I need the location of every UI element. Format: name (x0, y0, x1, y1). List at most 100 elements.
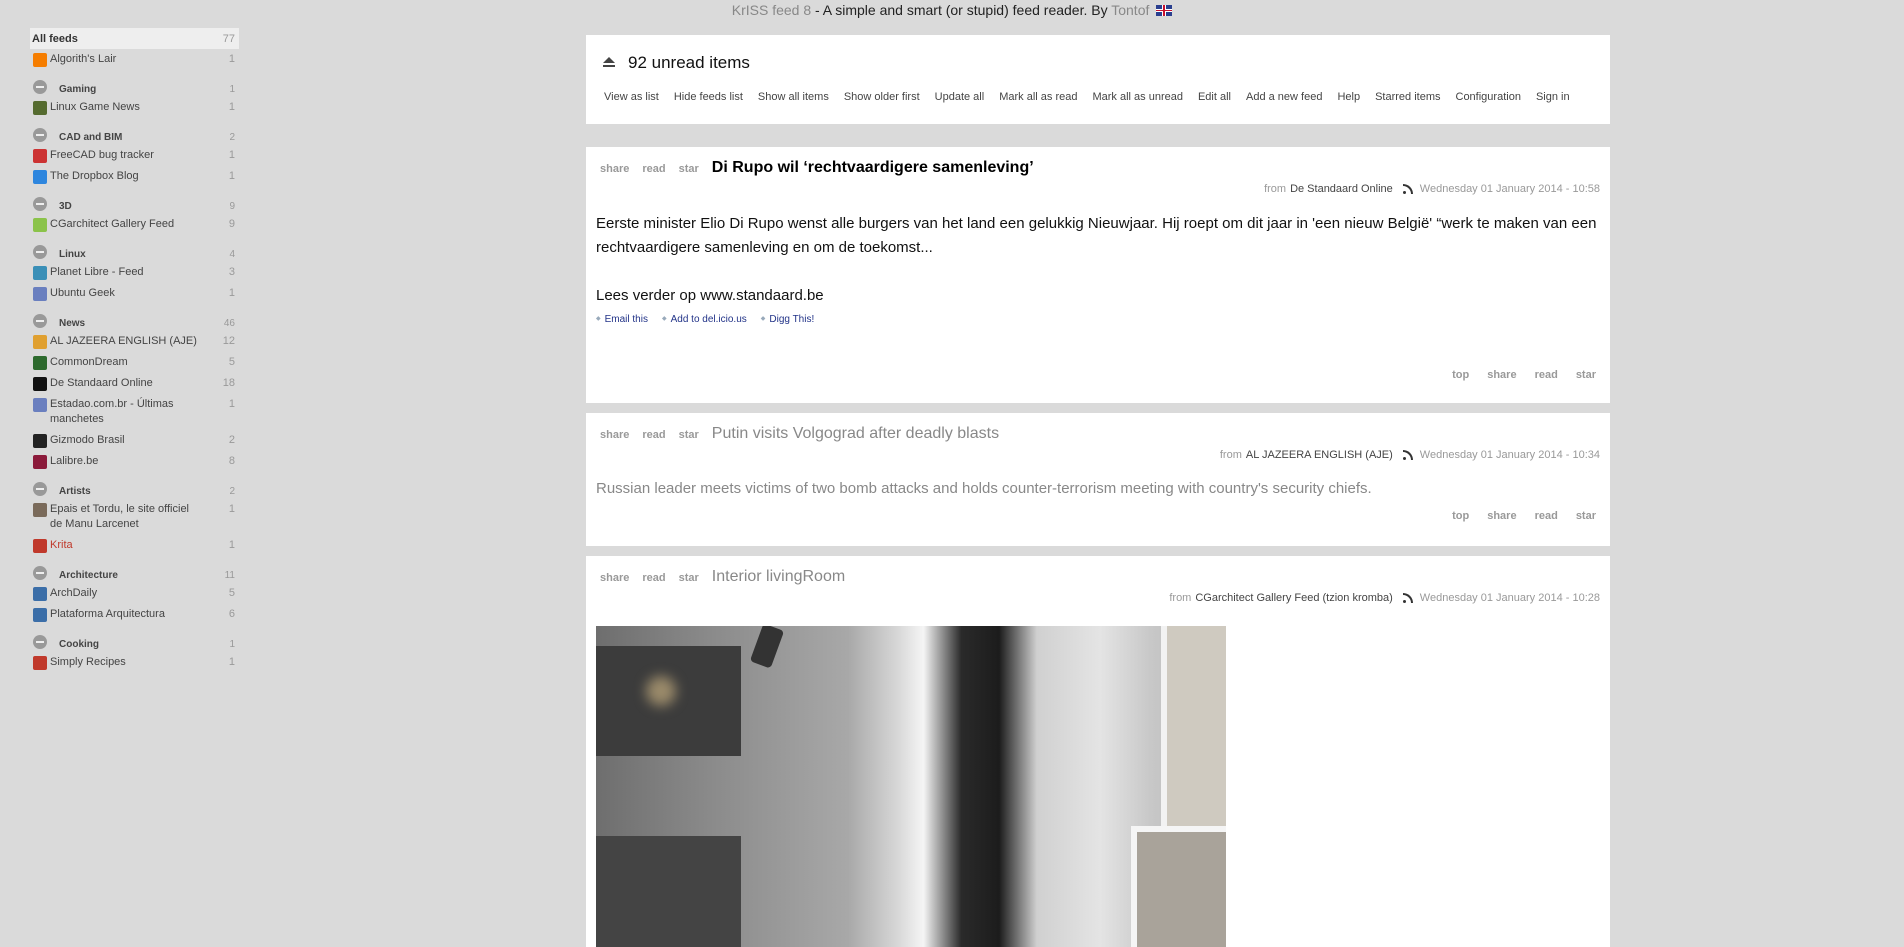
group-label: Gaming (59, 84, 97, 95)
feed-item[interactable]: Krita 1 (30, 535, 239, 556)
feed-item[interactable]: Estadao.com.br - Últimas manchetes 1 (30, 394, 239, 430)
share-button[interactable]: share (1487, 369, 1516, 381)
rss-icon[interactable] (1402, 183, 1414, 195)
feed-group[interactable]: Gaming 1 (30, 70, 239, 97)
article-source[interactable]: CGarchitect Gallery Feed (tzion kromba) (1195, 592, 1392, 604)
menu-view-as-list[interactable]: View as list (604, 91, 659, 103)
mark-read-button[interactable]: read (642, 163, 665, 175)
group-count: 2 (229, 486, 235, 497)
article-title[interactable]: Putin visits Volgograd after deadly blas… (712, 425, 999, 443)
top-button[interactable]: top (1452, 510, 1469, 522)
feed-item[interactable]: Planet Libre - Feed 3 (30, 262, 239, 283)
star-button[interactable]: star (1576, 510, 1596, 522)
feed-item[interactable]: Linux Game News 1 (30, 97, 239, 118)
feed-item[interactable]: CGarchitect Gallery Feed 9 (30, 214, 239, 235)
menu-add-a-new-feed[interactable]: Add a new feed (1246, 91, 1322, 103)
all-feeds-item[interactable]: All feeds 77 (30, 28, 239, 49)
article-title[interactable]: Di Rupo wil ‘rechtvaardigere samenleving… (712, 159, 1034, 177)
rss-icon[interactable] (1402, 449, 1414, 461)
collapse-group-icon[interactable] (33, 244, 47, 259)
collapse-group-icon[interactable] (33, 481, 47, 496)
feed-item[interactable]: Gizmodo Brasil 2 (30, 430, 239, 451)
feed-item[interactable]: FreeCAD bug tracker 1 (30, 145, 239, 166)
share-button[interactable]: share (600, 429, 629, 441)
feed-item[interactable]: De Standaard Online 18 (30, 373, 239, 394)
collapse-group-icon[interactable] (33, 127, 47, 142)
feed-count: 1 (228, 101, 235, 113)
menu-update-all[interactable]: Update all (935, 91, 985, 103)
author-link[interactable]: Tontof (1111, 2, 1149, 18)
uk-flag-icon[interactable] (1156, 5, 1173, 16)
feed-group[interactable]: Artists 2 (30, 472, 239, 499)
collapse-icon[interactable] (602, 57, 616, 69)
feed-group[interactable]: Architecture 11 (30, 556, 239, 583)
feed-count: 9 (228, 218, 235, 230)
delicious-link[interactable]: Add to del.icio.us (662, 314, 747, 325)
star-button[interactable]: star (1576, 369, 1596, 381)
feed-item[interactable]: The Dropbox Blog 1 (30, 166, 239, 187)
feed-name: Estadao.com.br - Últimas manchetes (33, 397, 190, 427)
aljazeera-icon (33, 335, 47, 349)
rss-icon[interactable] (1402, 592, 1414, 604)
star-button[interactable]: star (679, 429, 699, 441)
menu-edit-all[interactable]: Edit all (1198, 91, 1231, 103)
feed-item[interactable]: AL JAZEERA ENGLISH (AJE) 12 (30, 331, 239, 352)
mark-read-button[interactable]: read (1535, 510, 1558, 522)
app-name-link[interactable]: KrISS feed 8 (732, 2, 811, 18)
ds-icon (33, 377, 47, 391)
article-item: share read star Interior livingRoom from… (586, 556, 1610, 947)
menu-mark-all-as-unread[interactable]: Mark all as unread (1092, 91, 1183, 103)
feed-group[interactable]: Cooking 1 (30, 625, 239, 652)
share-button[interactable]: share (600, 572, 629, 584)
feed-item[interactable]: Ubuntu Geek 1 (30, 283, 239, 304)
group-name: Linux (33, 244, 86, 260)
menu-hide-feeds-list[interactable]: Hide feeds list (674, 91, 743, 103)
mark-read-button[interactable]: read (1535, 369, 1558, 381)
menu-sign-in[interactable]: Sign in (1536, 91, 1570, 103)
mark-read-button[interactable]: read (642, 429, 665, 441)
archdaily-icon (33, 587, 47, 601)
group-label: News (59, 318, 86, 329)
feed-group[interactable]: 3D 9 (30, 187, 239, 214)
feed-item[interactable]: ArchDaily 5 (30, 583, 239, 604)
collapse-group-icon[interactable] (33, 79, 47, 94)
share-button[interactable]: share (600, 163, 629, 175)
digg-link[interactable]: Digg This! (761, 314, 814, 325)
feed-group[interactable]: News 46 (30, 304, 239, 331)
feed-group[interactable]: CAD and BIM 2 (30, 118, 239, 145)
feed-item[interactable]: Lalibre.be 8 (30, 451, 239, 472)
article-source[interactable]: AL JAZEERA ENGLISH (AJE) (1246, 449, 1393, 461)
feed-count: 1 (228, 656, 235, 668)
toolbar-panel: 92 unread items View as list Hide feeds l… (586, 35, 1610, 124)
star-button[interactable]: star (679, 163, 699, 175)
feed-item[interactable]: CommonDream 5 (30, 352, 239, 373)
top-button[interactable]: top (1452, 369, 1469, 381)
collapse-group-icon[interactable] (33, 565, 47, 580)
collapse-group-icon[interactable] (33, 634, 47, 649)
feed-group[interactable]: Linux 4 (30, 235, 239, 262)
article-meta: from CGarchitect Gallery Feed (tzion kro… (1169, 592, 1600, 604)
menu-show-all-items[interactable]: Show all items (758, 91, 829, 103)
email-link[interactable]: Email this (596, 314, 648, 325)
feed-label: Plataforma Arquitectura (50, 608, 165, 620)
feed-count: 1 (228, 170, 235, 182)
feed-item[interactable]: Simply Recipes 1 (30, 652, 239, 673)
star-button[interactable]: star (679, 572, 699, 584)
feed-name: Linux Game News (33, 100, 140, 115)
article-title[interactable]: Interior livingRoom (712, 568, 845, 586)
feed-item[interactable]: Plataforma Arquitectura 6 (30, 604, 239, 625)
menu-configuration[interactable]: Configuration (1456, 91, 1521, 103)
feed-count: 2 (228, 434, 235, 446)
menu-starred-items[interactable]: Starred items (1375, 91, 1440, 103)
article-header: share read star Putin visits Volgograd a… (600, 425, 999, 443)
menu-mark-all-as-read[interactable]: Mark all as read (999, 91, 1077, 103)
feed-item[interactable]: Epais et Tordu, le site officiel de Manu… (30, 499, 239, 535)
menu-help[interactable]: Help (1337, 91, 1360, 103)
collapse-group-icon[interactable] (33, 196, 47, 211)
share-button[interactable]: share (1487, 510, 1516, 522)
mark-read-button[interactable]: read (642, 572, 665, 584)
feed-item[interactable]: Algorith's Lair 1 (30, 49, 239, 70)
menu-show-older-first[interactable]: Show older first (844, 91, 920, 103)
collapse-group-icon[interactable] (33, 313, 47, 328)
article-source[interactable]: De Standaard Online (1290, 183, 1393, 195)
